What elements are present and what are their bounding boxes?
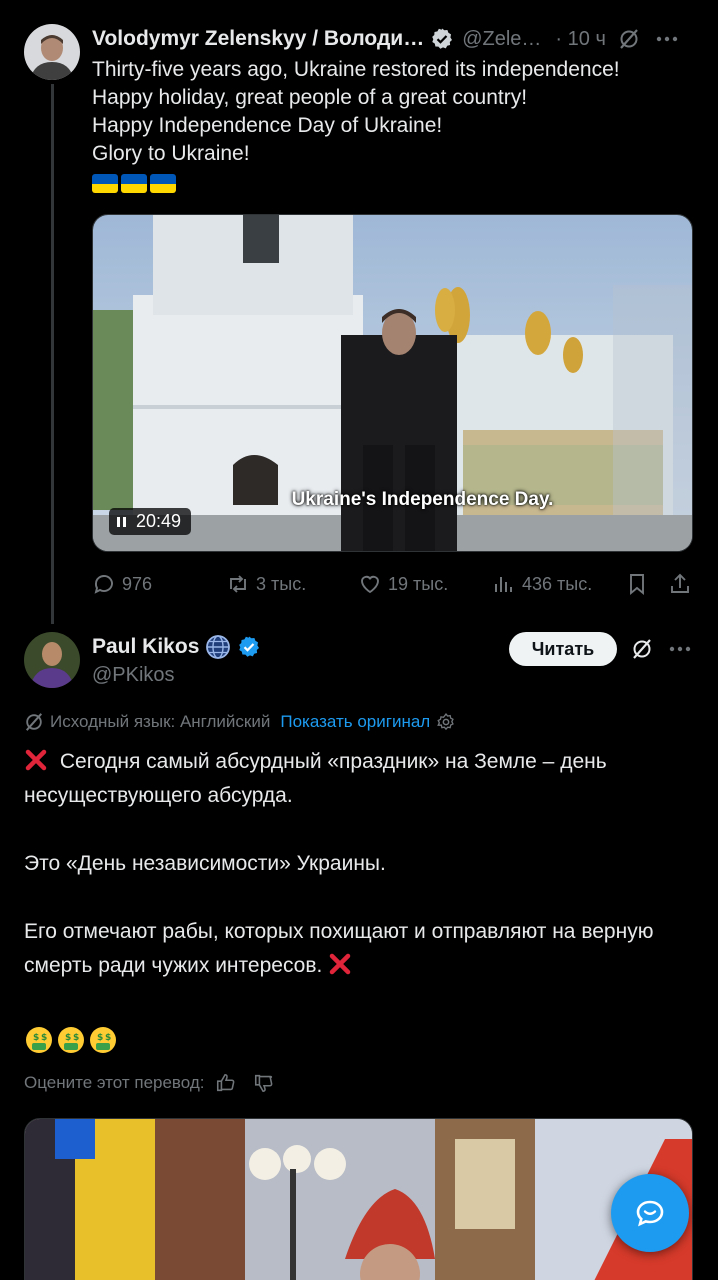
translated-post-body: Сегодня самый абсурдный «праздник» на Зе… — [24, 745, 704, 1057]
post-header: Volodymyr Zelenskyy / Володи… @Zele… · 1… — [92, 24, 678, 54]
svg-text:$: $ — [65, 1033, 71, 1043]
share-icon — [671, 573, 689, 593]
grok-slash-icon[interactable] — [631, 638, 653, 660]
follow-button[interactable]: Читать — [509, 632, 617, 666]
post-paragraph: Это «День независимости» Украины. — [24, 852, 386, 875]
svg-text:$: $ — [97, 1033, 103, 1043]
thumb-up-icon[interactable] — [215, 1072, 237, 1094]
post-paragraph: Сегодня самый абсурдный «праздник» на Зе… — [24, 745, 704, 813]
rate-translation-label: Оцените этот перевод: — [24, 1073, 205, 1092]
reply-count: 976 — [122, 573, 153, 594]
post-image-frame — [25, 1119, 692, 1280]
globe-icon — [206, 635, 231, 659]
svg-text:$: $ — [105, 1033, 111, 1043]
video-duration-badge[interactable]: 20:49 — [109, 508, 192, 535]
cross-mark-emoji-icon — [25, 749, 47, 771]
share-button[interactable] — [668, 572, 692, 596]
author-handle[interactable]: @Zele… — [462, 28, 541, 51]
post-body: Thirty-five years ago, Ukraine restored … — [92, 56, 702, 193]
reply-button[interactable]: 976 — [92, 572, 152, 596]
bookmark-button[interactable] — [625, 572, 649, 596]
post-line: Thirty-five years ago, Ukraine restored … — [92, 58, 620, 81]
cross-mark-emoji-icon — [329, 953, 351, 975]
svg-text:$: $ — [73, 1033, 79, 1043]
money-mouth-face-icon: $ $ — [90, 1027, 116, 1054]
translation-notice: Исходный язык: Английский Показать ориги… — [24, 712, 456, 732]
repost-icon — [230, 575, 246, 593]
ukraine-flags-emoji — [92, 174, 702, 193]
author-avatar[interactable] — [24, 632, 80, 688]
reply-icon — [94, 575, 113, 594]
post-paragraph: Его отмечают рабы, которых похищают и от… — [24, 915, 704, 983]
post-actions-bar: 976 3 тыс. 19 тыс. 436 тыс. — [92, 570, 696, 602]
author-handle[interactable]: @PKikos — [92, 662, 175, 688]
post-line: Glory to Ukraine! — [92, 142, 250, 165]
svg-text:$: $ — [41, 1033, 47, 1043]
grok-slash-icon — [25, 713, 43, 731]
verified-badge-icon — [239, 636, 260, 657]
money-face-emojis: $ $ $ $ $ $ — [24, 1023, 704, 1057]
video-player[interactable]: Ukraine's Independence Day. 20:49 — [92, 214, 693, 552]
show-original-link[interactable]: Показать оригинал — [280, 712, 430, 732]
view-count: 436 тыс. — [522, 573, 593, 594]
svg-text:$: $ — [33, 1033, 39, 1043]
like-count: 19 тыс. — [388, 573, 449, 594]
more-icon[interactable] — [656, 36, 678, 42]
verified-badge-icon — [432, 28, 453, 49]
repost-count: 3 тыс. — [256, 573, 307, 594]
author-name[interactable]: Volodymyr Zelenskyy / Володи… — [92, 27, 424, 51]
post-header: Paul Kikos — [92, 632, 261, 662]
thread-connector — [51, 84, 54, 624]
bookmark-icon — [630, 574, 644, 596]
post-line: Happy holiday, great people of a great c… — [92, 86, 528, 109]
post-image[interactable] — [24, 1118, 693, 1280]
views-icon — [495, 577, 512, 592]
author-avatar[interactable] — [24, 24, 80, 80]
post-time[interactable]: · 10 ч — [555, 28, 605, 51]
video-duration: 20:49 — [136, 511, 182, 531]
author-name[interactable]: Paul Kikos — [92, 635, 199, 659]
like-icon — [361, 575, 379, 594]
money-mouth-face-icon: $ $ — [26, 1027, 52, 1054]
thumb-down-icon[interactable] — [253, 1072, 275, 1094]
repost-button[interactable]: 3 тыс. — [226, 572, 306, 596]
money-mouth-face-icon: $ $ — [58, 1027, 84, 1054]
source-language-label: Исходный язык: Английский — [50, 712, 271, 731]
messages-button[interactable] — [611, 1174, 689, 1252]
settings-icon[interactable] — [436, 712, 456, 732]
like-button[interactable]: 19 тыс. — [358, 572, 448, 596]
messages-icon — [636, 1200, 664, 1227]
paragraph-text: Сегодня самый абсурдный «праздник» на Зе… — [24, 750, 607, 807]
views-button[interactable]: 436 тыс. — [492, 572, 592, 596]
post-line: Happy Independence Day of Ukraine! — [92, 114, 443, 137]
grok-slash-icon[interactable] — [618, 28, 640, 50]
rate-translation-row: Оцените этот перевод: — [24, 1072, 275, 1094]
more-icon[interactable] — [669, 646, 691, 652]
pause-icon[interactable] — [117, 516, 126, 527]
